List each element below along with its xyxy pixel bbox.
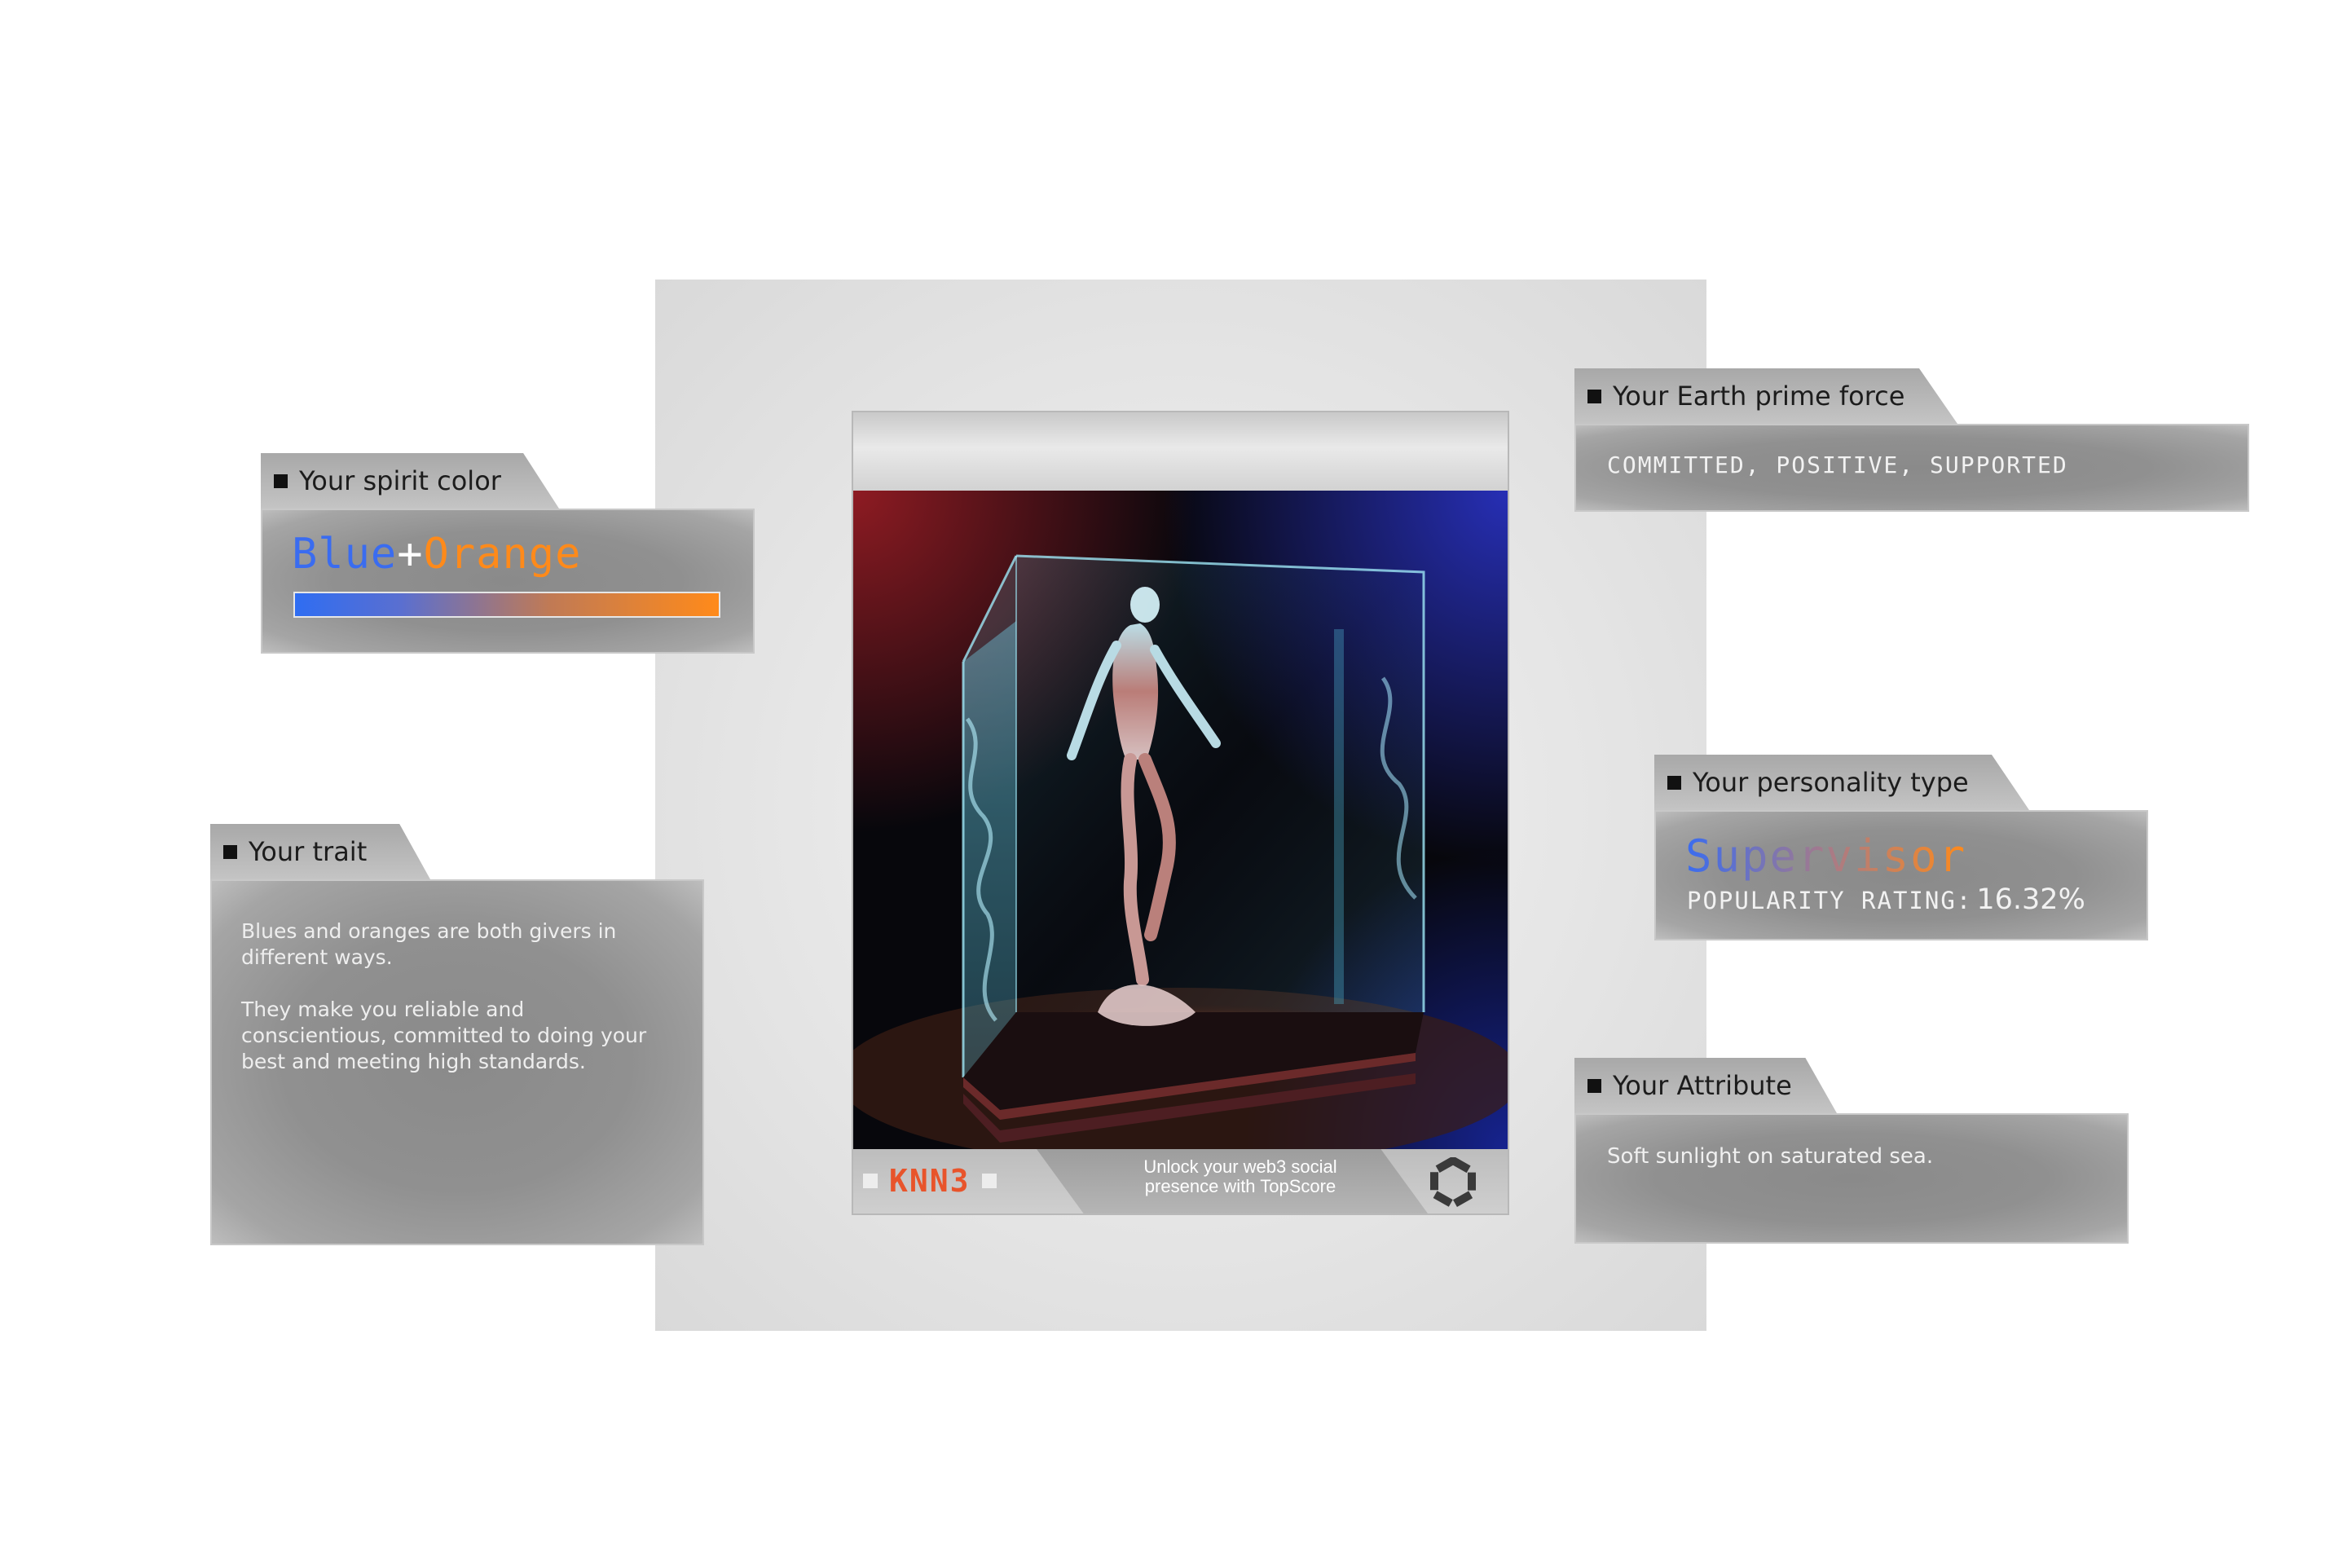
tagline-line-1: Unlock your web3 social: [1143, 1156, 1337, 1177]
logo-square-right-icon: [981, 1174, 997, 1188]
attribute-body: Soft sunlight on saturated sea.: [1574, 1113, 2129, 1244]
spirit-color-plus: +: [397, 530, 424, 579]
popularity-rating: POPULARITY RATING: 16.32%: [1687, 883, 2085, 916]
personality-type-value: Supervisor: [1685, 830, 1967, 882]
trait-paragraph-1: Blues and oranges are both givers in dif…: [241, 919, 617, 969]
personality-type-heading: Your personality type: [1693, 767, 1969, 798]
earth-prime-force-value: COMMITTED, POSITIVE, SUPPORTED: [1607, 451, 2068, 478]
spirit-color-orange: Orange: [423, 530, 582, 579]
attribute-heading: Your Attribute: [1613, 1070, 1792, 1101]
artwork-image: [853, 491, 1508, 1149]
spirit-color-value: Blue+Orange: [292, 530, 581, 579]
trait-text: Blues and oranges are both givers in dif…: [241, 918, 649, 1101]
earth-prime-force-body: COMMITTED, POSITIVE, SUPPORTED: [1574, 424, 2249, 512]
spirit-color-body: Blue+Orange: [261, 509, 755, 654]
trait-paragraph-2: They make you reliable and conscientious…: [241, 998, 647, 1073]
attribute-tab: Your Attribute: [1574, 1058, 1837, 1113]
trait-body: Blues and oranges are both givers in dif…: [210, 879, 704, 1245]
nft-card: KNN3 Unlock your web3 social presence wi…: [852, 411, 1509, 1215]
popularity-rating-label: POPULARITY RATING:: [1687, 887, 1973, 914]
earth-prime-force-heading: Your Earth prime force: [1613, 381, 1905, 412]
bullet-square-icon: [1587, 1078, 1601, 1093]
earth-prime-force-tab: Your Earth prime force: [1574, 368, 1957, 424]
trait-tab: Your trait: [210, 824, 430, 879]
glass-cube-figure-image: [853, 491, 1508, 1149]
footer-tagline: Unlock your web3 social presence with To…: [1118, 1157, 1363, 1196]
card-footer: KNN3 Unlock your web3 social presence wi…: [853, 1149, 1508, 1213]
logo-text: KNN3: [889, 1163, 971, 1199]
logo-square-left-icon: [863, 1174, 878, 1188]
spirit-color-blue: Blue: [292, 530, 398, 579]
card-top-bar: [853, 412, 1508, 491]
personality-type-body: Supervisor POPULARITY RATING: 16.32%: [1654, 810, 2148, 940]
knn3-logo: KNN3: [863, 1163, 997, 1199]
bullet-square-icon: [1667, 775, 1681, 790]
spirit-color-heading: Your spirit color: [299, 465, 501, 496]
bullet-square-icon: [223, 844, 237, 859]
bullet-square-icon: [274, 473, 288, 488]
hexagon-ring-icon: [1430, 1157, 1476, 1208]
tagline-line-2: presence with TopScore: [1144, 1176, 1336, 1196]
popularity-rating-value: 16.32%: [1976, 883, 2085, 916]
attribute-value: Soft sunlight on saturated sea.: [1607, 1144, 1934, 1169]
trait-heading: Your trait: [249, 836, 368, 867]
personality-type-tab: Your personality type: [1654, 755, 2029, 810]
spirit-color-gradient-bar: [293, 592, 720, 618]
bullet-square-icon: [1587, 389, 1601, 403]
spirit-color-tab: Your spirit color: [261, 453, 559, 509]
